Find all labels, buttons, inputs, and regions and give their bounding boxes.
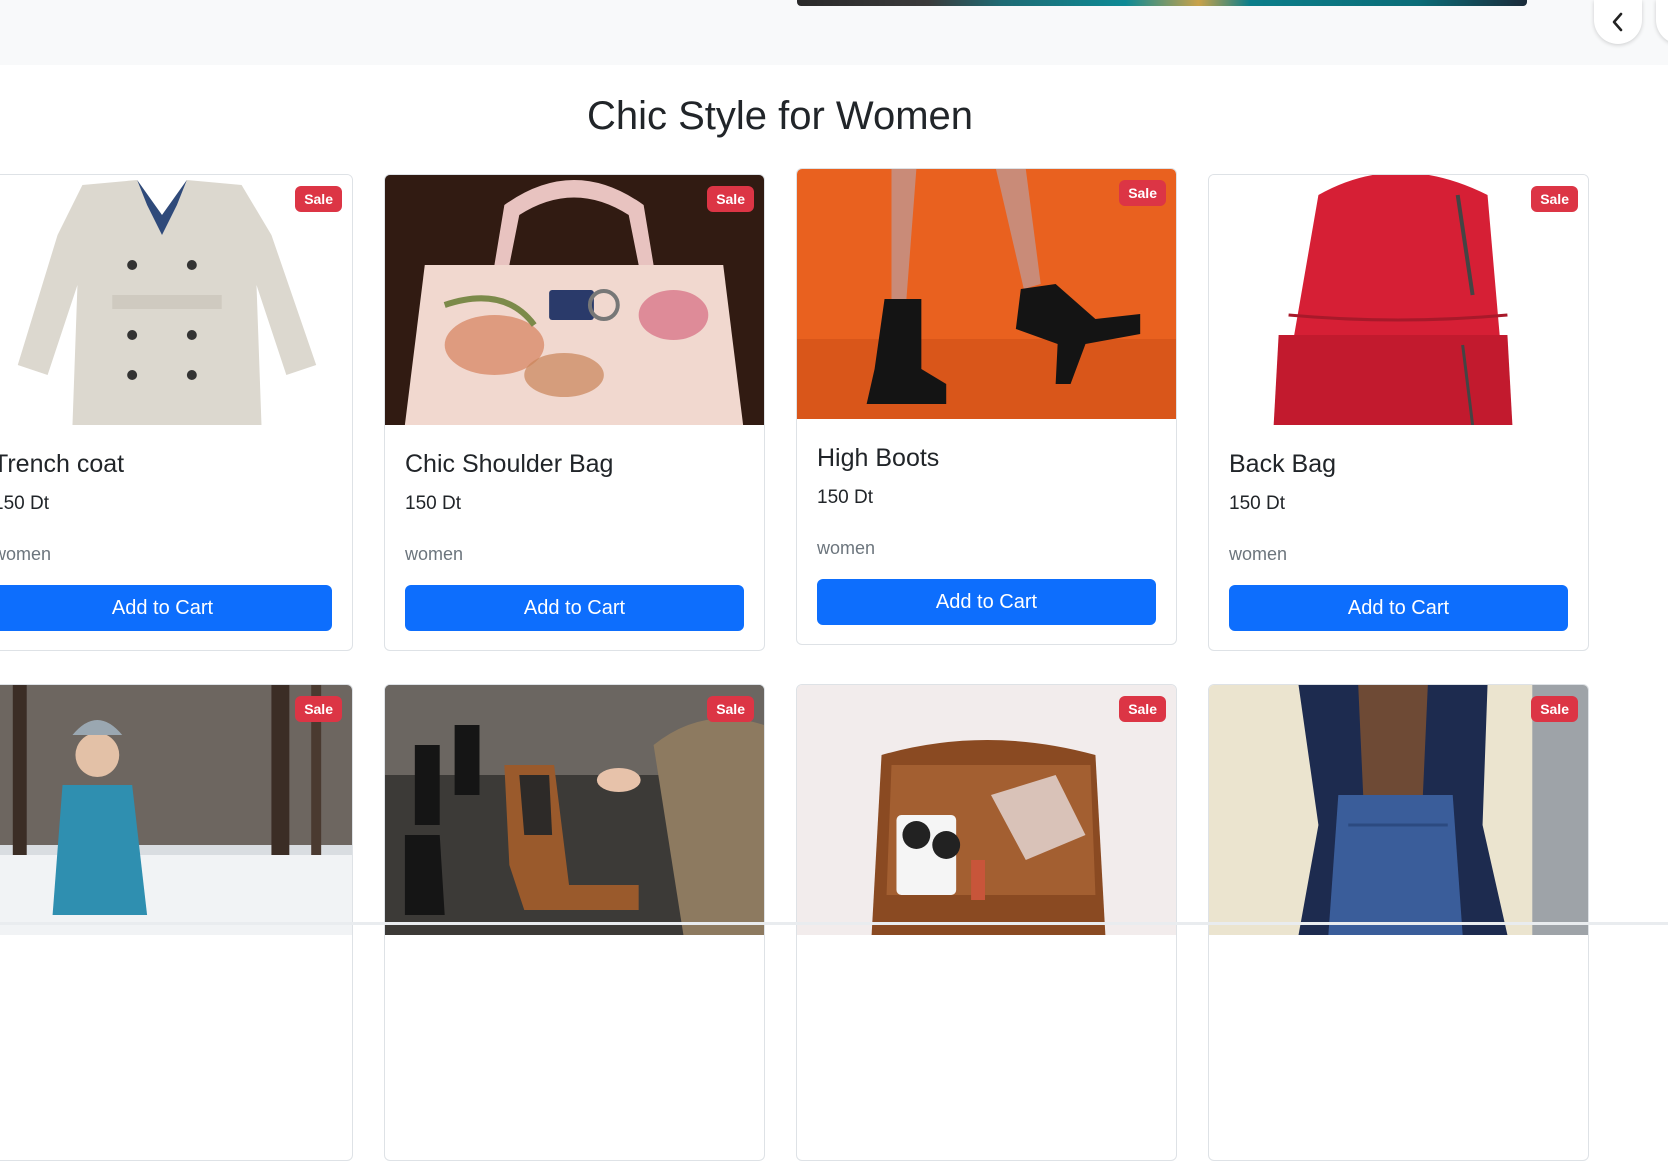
sale-badge: Sale: [1119, 696, 1166, 722]
sale-badge: Sale: [295, 186, 342, 212]
denim-jacket-image[interactable]: [1209, 685, 1588, 935]
floral-handbag-image[interactable]: [385, 175, 764, 425]
add-to-cart-button[interactable]: Add to Cart: [817, 579, 1156, 625]
product-price: 150 Dt: [405, 493, 461, 514]
product-category: women: [1229, 544, 1288, 564]
chevron-left-icon: [1612, 12, 1623, 32]
add-to-cart-button[interactable]: Add to Cart: [0, 585, 332, 631]
product-price: 150 Dt: [0, 493, 49, 514]
product-category: women: [405, 544, 464, 564]
winter-jacket-image[interactable]: [0, 685, 352, 935]
carousel-image-edge: [797, 0, 1527, 6]
sale-badge: Sale: [707, 696, 754, 722]
product-card: Sale Trench coat 150 Dt women Add to Car…: [0, 174, 353, 651]
product-price: 150 Dt: [1229, 493, 1285, 514]
chelsea-boot-image[interactable]: [385, 685, 764, 935]
red-backpack-image[interactable]: [1209, 175, 1588, 425]
trench-coat-image[interactable]: [0, 175, 352, 425]
sale-badge: Sale: [707, 186, 754, 212]
product-price: 150 Dt: [817, 487, 873, 508]
black-boots-image[interactable]: [797, 169, 1176, 419]
sale-badge: Sale: [1531, 186, 1578, 212]
sale-badge: Sale: [295, 696, 342, 722]
product-category: women: [0, 544, 52, 564]
product-name: Chic Shoulder Bag: [405, 450, 614, 478]
product-category: women: [817, 538, 876, 558]
sale-badge: Sale: [1531, 696, 1578, 722]
carousel-area: [0, 0, 1668, 65]
product-card: Sale Back Bag 150 Dt women Add to Cart: [1208, 174, 1589, 651]
add-to-cart-button[interactable]: Add to Cart: [1229, 585, 1568, 631]
product-card: Sale Chic Shoulder Bag 150 Dt women Add …: [384, 174, 765, 651]
product-name: High Boots: [817, 444, 940, 472]
sale-badge: Sale: [1119, 180, 1166, 206]
product-name: Back Bag: [1229, 450, 1337, 478]
product-name: Trench coat: [0, 450, 125, 478]
product-card: Sale High Boots 150 Dt women Add to Cart: [796, 168, 1177, 645]
leather-purse-image[interactable]: [797, 685, 1176, 935]
section-title: Chic Style for Women: [586, 94, 974, 138]
add-to-cart-button[interactable]: Add to Cart: [405, 585, 744, 631]
